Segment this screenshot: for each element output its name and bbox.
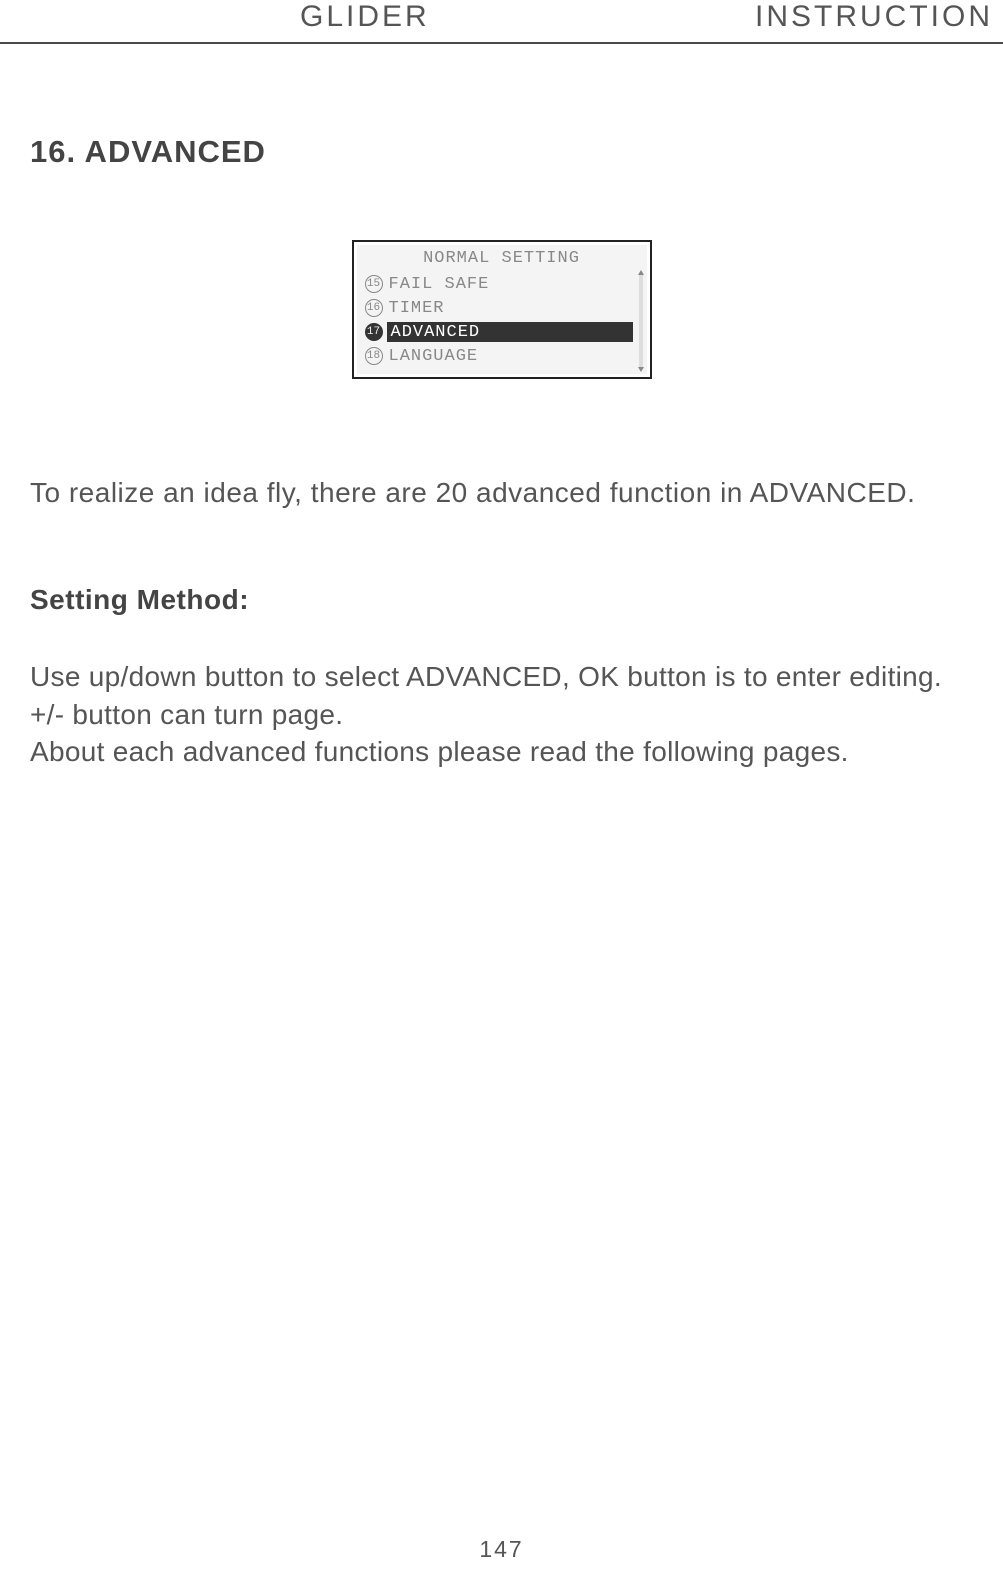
lcd-scrollbar [639,273,643,368]
lcd-menu-item-selected: 17 ADVANCED [365,320,639,344]
intro-paragraph: To realize an idea fly, there are 20 adv… [30,474,973,512]
page-header: GLIDER INSTRUCTION [0,0,1003,44]
lcd-menu-title: NORMAL SETTING [365,249,639,268]
lcd-menu-item: 18 LANGUAGE [365,344,639,368]
lcd-screen: NORMAL SETTING 15 FAIL SAFE 16 TIMER 17 … [357,245,647,374]
lcd-menu-item: 16 TIMER [365,296,639,320]
page-number: 147 [479,1536,523,1563]
lcd-item-label: LANGUAGE [387,347,479,366]
header-doc-type: INSTRUCTION [755,0,993,34]
lcd-item-label: ADVANCED [387,322,633,342]
header-category: GLIDER [10,0,430,34]
method-paragraph-2: About each advanced functions please rea… [30,733,973,771]
lcd-item-number: 18 [365,347,383,365]
lcd-item-label: TIMER [387,299,445,318]
page-content: 16. ADVANCED NORMAL SETTING 15 FAIL SAFE… [0,44,1003,771]
section-title: 16. ADVANCED [30,134,973,170]
lcd-item-label: FAIL SAFE [387,275,490,294]
method-paragraph-1: Use up/down button to select ADVANCED, O… [30,658,973,734]
lcd-menu-item: 15 FAIL SAFE [365,272,639,296]
lcd-item-number: 15 [365,275,383,293]
lcd-item-number: 16 [365,299,383,317]
lcd-item-number: 17 [365,323,383,341]
subsection-title: Setting Method: [30,584,973,616]
lcd-display: NORMAL SETTING 15 FAIL SAFE 16 TIMER 17 … [352,240,652,379]
